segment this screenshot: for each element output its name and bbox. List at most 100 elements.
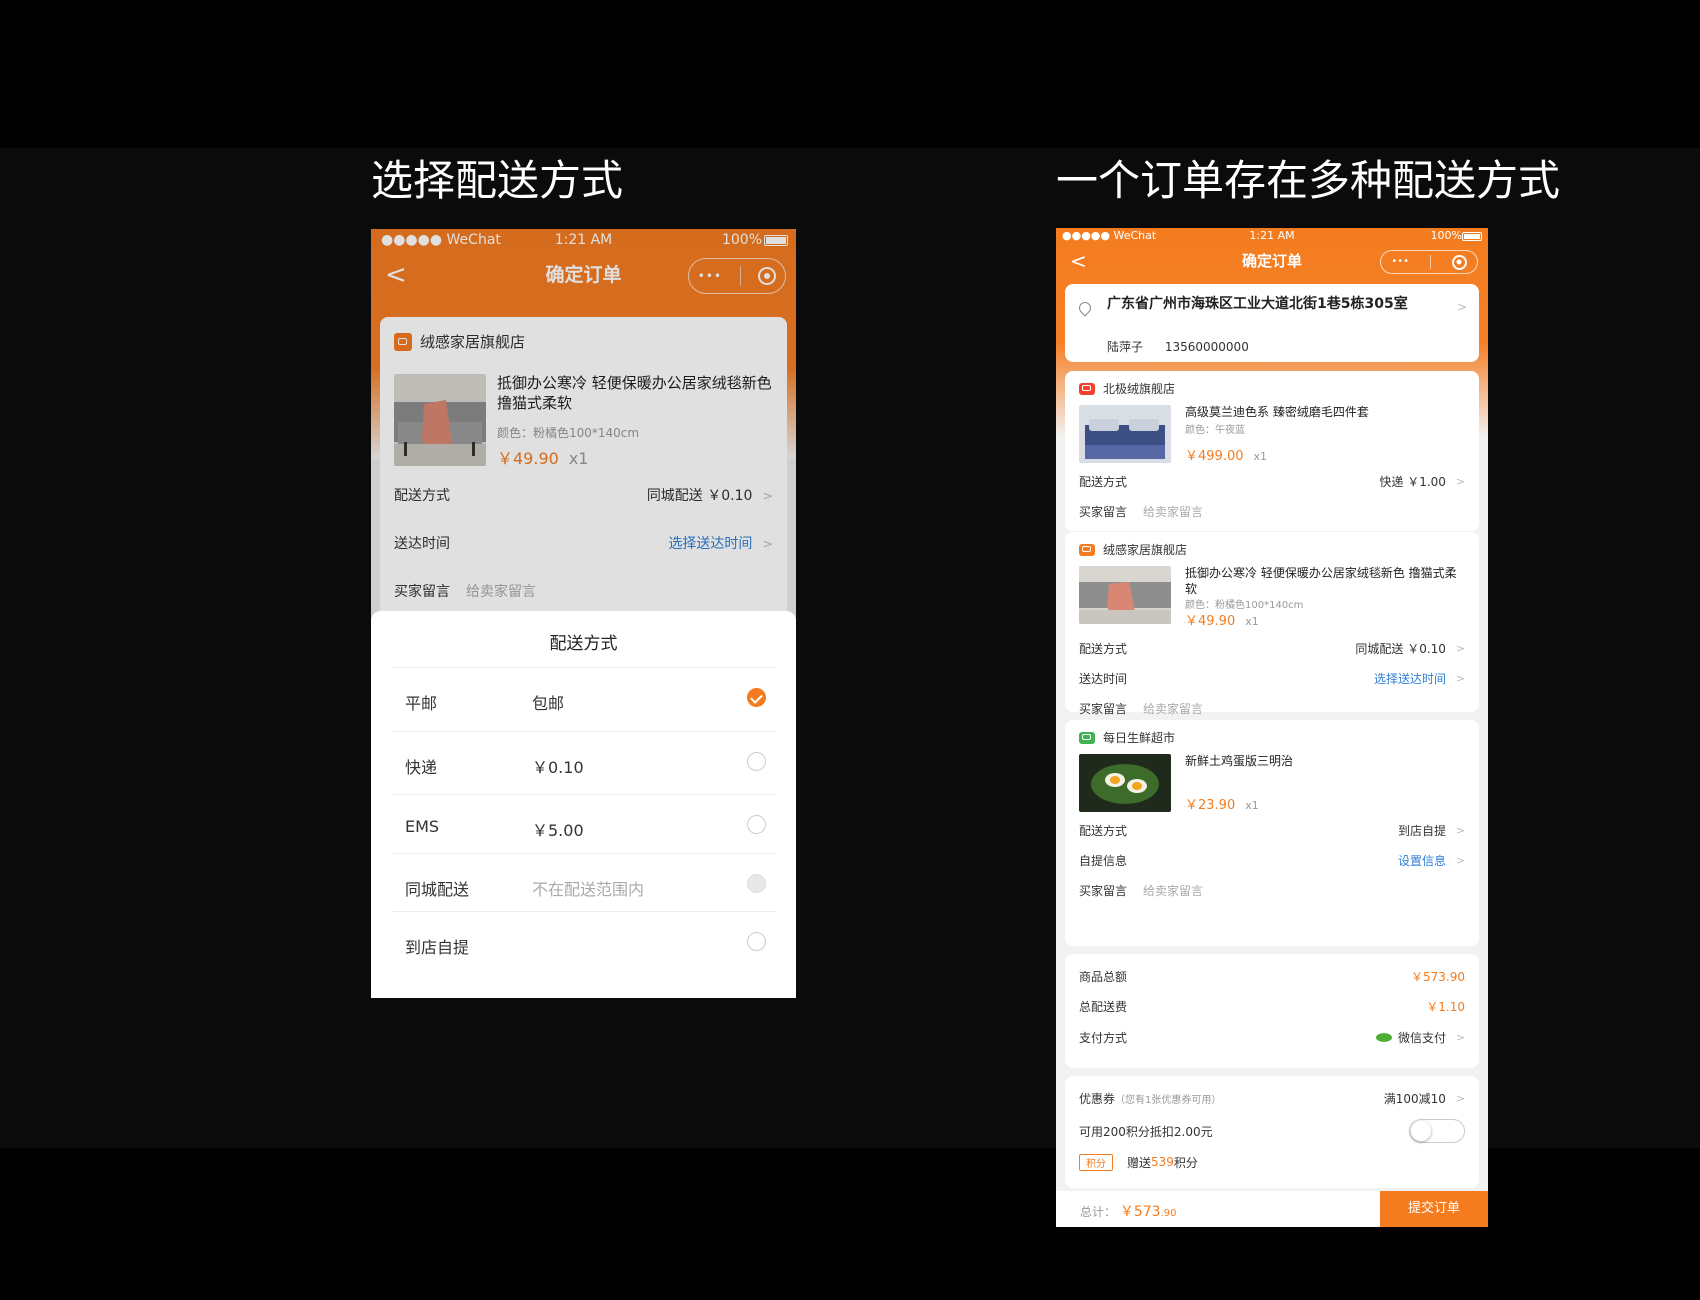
order-option-row[interactable]: 配送方式 到店自提 > xyxy=(1065,820,1479,840)
goods-total-label: 商品总额 xyxy=(1079,969,1128,984)
nav-bar: < 确定订单 ••• xyxy=(1056,244,1488,278)
coupon-value: 满100减10 xyxy=(1383,1091,1446,1106)
delivery-option-name: 同城配送 xyxy=(405,880,470,899)
bonus-points-row: 积分 赠送 539 积分 xyxy=(1065,1152,1479,1172)
coupon-label: 优惠券 xyxy=(1079,1091,1116,1106)
goods-total-value: ￥573.90 xyxy=(1411,969,1465,984)
submit-order-button[interactable]: 提交订单 xyxy=(1380,1191,1488,1227)
bonus-prefix: 赠送 xyxy=(1127,1155,1152,1170)
order-option-row[interactable]: 送达时间 选择送达时间 > xyxy=(1065,668,1479,688)
chevron-right-icon: > xyxy=(1455,641,1465,655)
chevron-right-icon: > xyxy=(1456,300,1467,314)
contact-name: 陆萍子 xyxy=(1107,340,1144,354)
buyer-message-label: 买家留言 xyxy=(1079,883,1128,898)
order-option-row[interactable]: 自提信息 设置信息 > xyxy=(1065,850,1479,870)
row-value: 同城配送 ￥0.10 xyxy=(1355,641,1446,656)
chevron-right-icon: > xyxy=(1455,853,1465,867)
right-phone-screen: ●●●●● WeChat 1:21 AM 100% < 确定订单 ••• 广东省… xyxy=(1056,228,1488,1227)
coupon-row[interactable]: 优惠券（您有1张优惠券可用） 满100减10 > xyxy=(1065,1088,1479,1108)
row-value[interactable]: 选择送达时间 xyxy=(1374,670,1446,687)
delivery-option-price: ￥0.10 xyxy=(532,758,584,777)
delivery-option-name: 平邮 xyxy=(405,694,438,713)
payment-method-value: 微信支付 xyxy=(1397,1030,1446,1045)
row-value[interactable]: 设置信息 xyxy=(1398,852,1446,869)
status-time: 1:21 AM xyxy=(1249,229,1295,242)
payment-method-row[interactable]: 支付方式 微信支付 > xyxy=(1065,1027,1479,1047)
row-value: 到店自提 xyxy=(1397,823,1446,838)
shop-header: 每日生鲜超市 xyxy=(1079,729,1175,746)
mini-program-capsule: ••• xyxy=(1380,250,1478,274)
store-icon xyxy=(1079,731,1095,744)
product-qty: x1 xyxy=(1245,615,1259,628)
delivery-option[interactable]: 平邮 包邮 xyxy=(391,667,776,730)
buyer-message-label: 买家留言 xyxy=(1079,701,1128,716)
product-image xyxy=(1079,754,1171,812)
chevron-right-icon: > xyxy=(1455,823,1465,837)
buyer-message-row: 买家留言 给卖家留言 xyxy=(1065,880,1479,900)
shop-name: 每日生鲜超市 xyxy=(1103,731,1176,745)
product-price: ￥23.90 x1 xyxy=(1185,798,1259,813)
row-label: 送达时间 xyxy=(1079,671,1128,686)
shop-name: 绒感家居旗舰店 xyxy=(1103,543,1188,557)
product-title: 抵御办公寒冷 轻便保暖办公居家绒毯新色 撸猫式柔软 xyxy=(1185,566,1457,596)
product-spec: 颜色：午夜蓝 xyxy=(1185,425,1245,436)
radio-icon[interactable] xyxy=(747,815,766,834)
shipping-total-label: 总配送费 xyxy=(1079,999,1128,1014)
product-title: 高级莫兰迪色系 臻密绒磨毛四件套 xyxy=(1185,405,1369,419)
order-option-row[interactable]: 配送方式 快递 ￥1.00 > xyxy=(1065,471,1479,491)
buyer-message-label: 买家留言 xyxy=(1079,504,1128,519)
product-price: ￥49.90 x1 xyxy=(1185,614,1259,629)
bonus-suffix: 积分 xyxy=(1173,1155,1198,1170)
store-icon xyxy=(1079,543,1095,556)
radio-icon[interactable] xyxy=(747,752,766,771)
delivery-option-price: ￥5.00 xyxy=(532,821,584,840)
row-label: 配送方式 xyxy=(1079,641,1128,656)
delivery-option-price: 不在配送范围内 xyxy=(532,880,645,899)
buyer-message-input[interactable]: 给卖家留言 xyxy=(1143,700,1203,717)
order-option-row[interactable]: 配送方式 同城配送 ￥0.10 > xyxy=(1065,638,1479,658)
delivery-option-name: 快递 xyxy=(405,758,438,777)
close-target-icon[interactable] xyxy=(1451,254,1467,270)
chevron-right-icon: > xyxy=(1455,1091,1465,1105)
shop-header: 北极绒旗舰店 xyxy=(1079,380,1175,397)
radio-icon[interactable] xyxy=(747,932,766,951)
more-button[interactable]: ••• xyxy=(1391,245,1409,279)
buyer-message-input[interactable]: 给卖家留言 xyxy=(1143,503,1203,520)
radio-icon xyxy=(747,874,766,893)
delivery-option[interactable]: 快递 ￥0.10 xyxy=(391,731,776,794)
product-image xyxy=(1079,566,1171,624)
delivery-option[interactable]: 到店自提 xyxy=(391,911,776,974)
store-card: 绒感家居旗舰店抵御办公寒冷 轻便保暖办公居家绒毯新色 撸猫式柔软颜色：粉橘色10… xyxy=(1065,532,1479,716)
product-spec: 颜色：粉橘色100*140cm xyxy=(1185,600,1304,611)
contact-phone: 13560000000 xyxy=(1164,340,1249,354)
back-button[interactable]: < xyxy=(1070,244,1087,278)
points-toggle[interactable] xyxy=(1409,1119,1465,1143)
delivery-option: 同城配送 不在配送范围内 xyxy=(391,853,776,916)
bonus-amount: 539 xyxy=(1151,1155,1174,1169)
battery-percent: 100% xyxy=(1430,229,1462,242)
total-main: ￥573 xyxy=(1119,1204,1161,1220)
points-tag: 积分 xyxy=(1079,1153,1113,1171)
delivery-option-name: 到店自提 xyxy=(405,938,470,957)
delivery-option-price: 包邮 xyxy=(532,694,565,713)
discount-card: 优惠券（您有1张优惠券可用） 满100减10 > 可用200积分抵扣2.00元 积… xyxy=(1065,1076,1479,1188)
sheet-title: 配送方式 xyxy=(549,634,618,654)
left-heading: 选择配送方式 xyxy=(371,156,624,205)
shop-name: 北极绒旗舰店 xyxy=(1103,382,1176,396)
left-phone-screen: ●●●●● WeChat 1:21 AM 100% < 确定订单 ••• 绒感家… xyxy=(371,229,796,998)
total-label: 总计： xyxy=(1080,1205,1117,1219)
delivery-method-sheet: 配送方式 平邮 包邮快递 ￥0.10 EMS ￥5.00 同城配送 不在配送范围内到店自提 xyxy=(371,611,796,998)
buyer-message-input[interactable]: 给卖家留言 xyxy=(1143,882,1203,899)
coupon-note: （您有1张优惠券可用） xyxy=(1115,1094,1222,1106)
row-label: 配送方式 xyxy=(1079,823,1128,838)
checkout-bar: 总计： ￥573.90 提交订单 xyxy=(1056,1191,1488,1227)
store-card: 每日生鲜超市 新鲜土鸡蛋版三明治 ￥23.90 x1 配送方式 到店自提 > 自提信息 设置信息… xyxy=(1065,720,1479,946)
delivery-option[interactable]: EMS ￥5.00 xyxy=(391,794,776,857)
goods-total-row: 商品总额 ￥573.90 xyxy=(1065,966,1479,986)
product-title: 新鲜土鸡蛋版三明治 xyxy=(1185,754,1294,768)
product-qty: x1 xyxy=(1253,450,1268,463)
address-card[interactable]: 广东省广州市海珠区工业大道北街1巷5栋305室 陆萍子 13560000000 … xyxy=(1065,284,1479,362)
row-label: 配送方式 xyxy=(1079,474,1128,489)
wechat-pay-icon xyxy=(1375,1032,1392,1042)
radio-checked-icon[interactable] xyxy=(747,688,766,707)
